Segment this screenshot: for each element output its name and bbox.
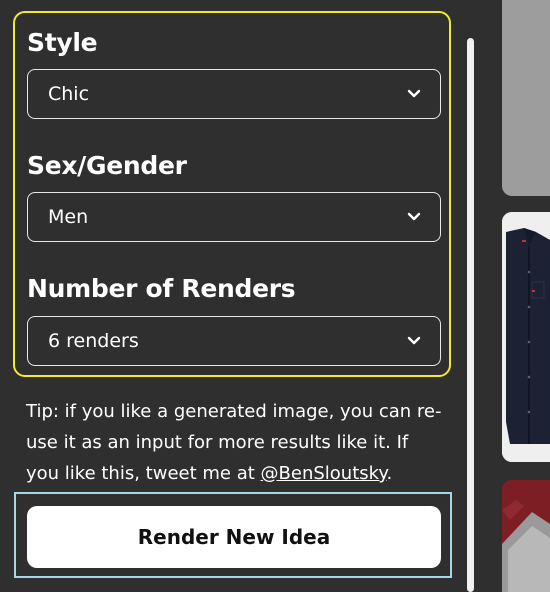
renders-title: Number of Renders — [27, 274, 296, 303]
render-button-frame: Render New Idea — [14, 492, 452, 578]
result-image-shirt[interactable] — [502, 212, 550, 462]
gender-select[interactable]: Men — [27, 192, 441, 242]
renders-select[interactable]: 6 renders — [27, 316, 441, 366]
style-select-value: Chic — [48, 83, 90, 105]
twitter-handle-link[interactable]: @BenSloutsky — [261, 463, 387, 484]
chevron-down-icon — [406, 209, 422, 225]
gender-title: Sex/Gender — [27, 151, 187, 180]
renders-select-value: 6 renders — [48, 330, 139, 352]
style-select[interactable]: Chic — [27, 69, 441, 119]
result-image-fabric[interactable] — [502, 480, 550, 592]
settings-panel: Style Chic Sex/Gender Men Number of Rend… — [0, 0, 476, 592]
chevron-down-icon — [406, 333, 422, 349]
render-new-idea-button[interactable]: Render New Idea — [27, 506, 441, 568]
style-title: Style — [27, 28, 98, 57]
shirt-illustration — [502, 212, 550, 462]
gender-select-value: Men — [48, 206, 89, 228]
tip-text: Tip: if you like a generated image, you … — [26, 396, 446, 489]
fabric-illustration — [502, 480, 550, 592]
chevron-down-icon — [406, 86, 422, 102]
scrollbar-thumb[interactable] — [467, 38, 474, 592]
tip-end: . — [386, 463, 393, 484]
result-image[interactable] — [502, 0, 550, 196]
results-gallery — [480, 0, 550, 592]
settings-group: Style Chic Sex/Gender Men Number of Rend… — [13, 11, 451, 377]
